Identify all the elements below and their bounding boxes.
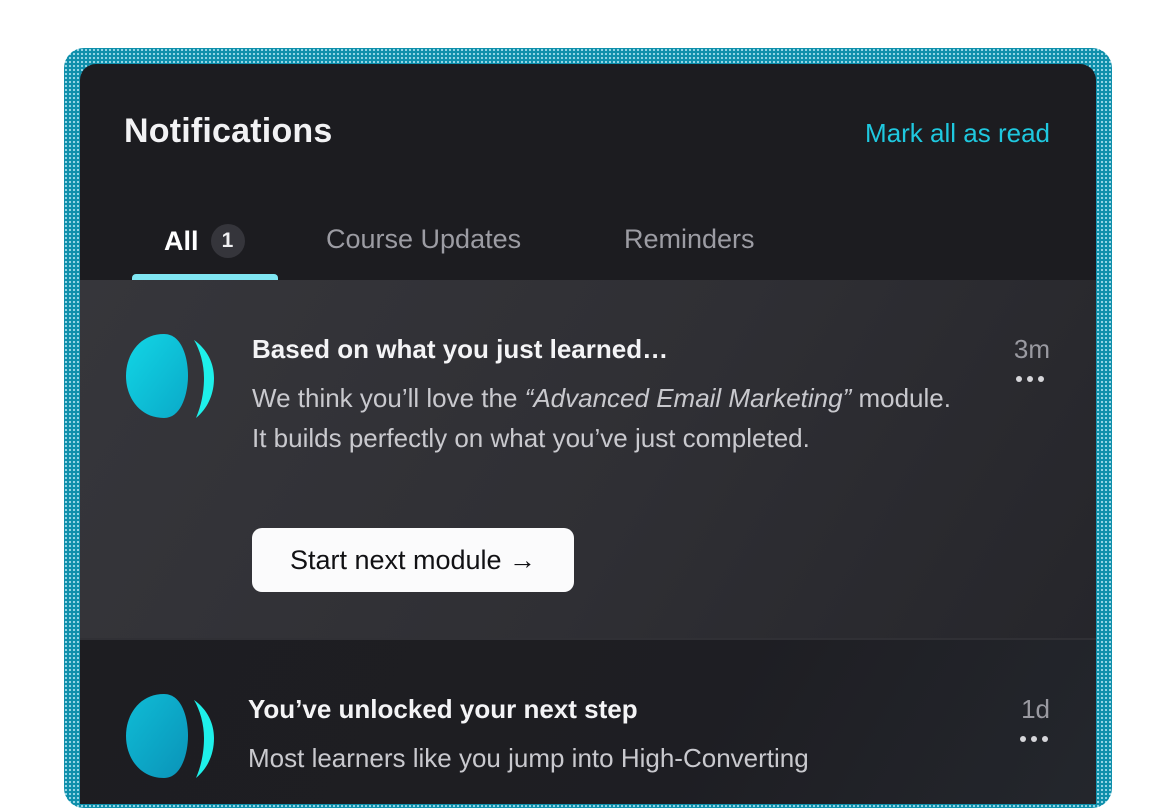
brand-logo-icon bbox=[126, 694, 214, 778]
mark-all-read-link[interactable]: Mark all as read bbox=[865, 118, 1050, 149]
more-horizontal-icon[interactable] bbox=[1020, 736, 1048, 744]
notification-tabs: All 1 Course Updates Reminders bbox=[132, 214, 1096, 280]
body-text: We think you’ll love the bbox=[252, 383, 525, 413]
brand-logo-icon bbox=[126, 334, 214, 418]
notification-body: Most learners like you jump into High-Co… bbox=[248, 743, 809, 773]
tab-reminders[interactable]: Reminders bbox=[624, 224, 755, 255]
page-title: Notifications bbox=[124, 112, 333, 150]
notification-title: Based on what you just learned… bbox=[252, 334, 669, 364]
tab-all-label: All bbox=[164, 225, 199, 256]
notification-timestamp: 1d bbox=[1021, 694, 1050, 724]
notification-item[interactable]: Based on what you just learned… We think… bbox=[80, 280, 1096, 640]
notification-timestamp: 3m bbox=[1013, 334, 1050, 364]
notification-body: We think you’ll love the “Advanced Email… bbox=[252, 378, 972, 458]
module-name: “Advanced Email Marketing” bbox=[524, 383, 852, 413]
start-next-module-button[interactable]: Start next module → bbox=[252, 528, 574, 592]
notification-title: You’ve unlocked your next step bbox=[248, 694, 638, 724]
more-horizontal-icon[interactable] bbox=[1016, 376, 1044, 384]
notification-item[interactable]: You’ve unlocked your next step Most lear… bbox=[80, 640, 1096, 804]
tab-all[interactable]: All 1 bbox=[164, 224, 245, 258]
unread-count-badge: 1 bbox=[210, 224, 245, 258]
notifications-panel: Notifications Mark all as read All 1 Cou… bbox=[80, 64, 1096, 804]
tab-course-updates[interactable]: Course Updates bbox=[326, 224, 521, 255]
